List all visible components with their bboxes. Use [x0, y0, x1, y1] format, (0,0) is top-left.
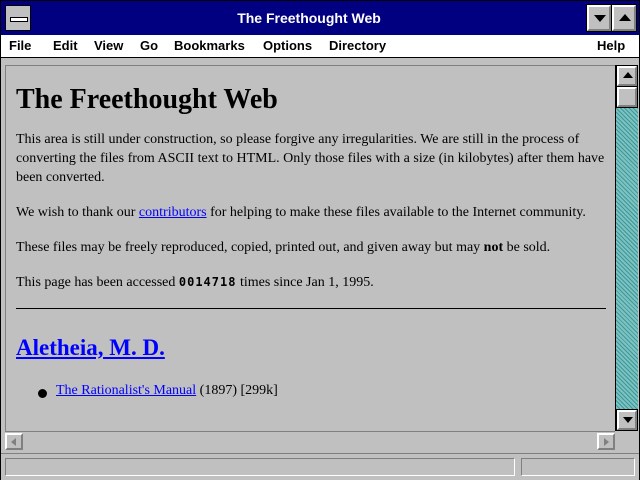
access-counter: 0014718: [178, 275, 237, 289]
menu-directory[interactable]: Directory: [329, 38, 386, 53]
rights-paragraph: These files may be freely reproduced, co…: [16, 238, 606, 257]
system-menu-button[interactable]: [5, 5, 31, 31]
section-heading: Aletheia, M. D.: [16, 335, 606, 361]
status-text: [5, 458, 515, 476]
menu-bar: File Edit View Go Bookmarks Options Dire…: [1, 35, 639, 58]
maximize-button[interactable]: [611, 4, 637, 32]
file-link[interactable]: The Rationalist's Manual: [56, 383, 196, 398]
arrow-left-icon: [11, 438, 16, 446]
scroll-down-button[interactable]: [616, 409, 638, 431]
bullet-icon: [38, 389, 47, 398]
file-meta: (1897) [299k]: [196, 383, 278, 398]
menu-help[interactable]: Help: [597, 38, 625, 53]
list-item: The Rationalist's Manual (1897) [299k]: [38, 383, 606, 399]
scroll-right-button[interactable]: [597, 433, 615, 450]
author-link[interactable]: Aletheia, M. D.: [16, 335, 165, 360]
minimize-icon: [594, 15, 606, 22]
vertical-scrollbar[interactable]: [615, 65, 638, 431]
intro-paragraph: This area is still under construction, s…: [16, 132, 605, 185]
browser-window: The Freethought Web File Edit View Go Bo…: [0, 0, 640, 480]
rights-text-after: be sold.: [503, 240, 551, 255]
system-menu-icon: [10, 17, 28, 22]
menu-file[interactable]: File: [9, 38, 31, 53]
maximize-icon: [619, 14, 631, 21]
document-view[interactable]: The Freethought Web This area is still u…: [5, 65, 616, 431]
menu-edit[interactable]: Edit: [53, 38, 78, 53]
arrow-up-icon: [623, 72, 633, 78]
rights-emphasis: not: [483, 240, 504, 255]
title-bar[interactable]: The Freethought Web: [1, 1, 639, 35]
menu-options[interactable]: Options: [263, 38, 312, 53]
menu-go[interactable]: Go: [140, 38, 158, 53]
arrow-right-icon: [604, 438, 609, 446]
scroll-up-button[interactable]: [616, 65, 638, 87]
window-title: The Freethought Web: [237, 10, 381, 26]
thanks-text-after: for helping to make these files availabl…: [206, 205, 586, 220]
menu-view[interactable]: View: [94, 38, 123, 53]
rights-text-before: These files may be freely reproduced, co…: [16, 240, 484, 255]
progress-indicator: [521, 458, 635, 476]
menu-bookmarks[interactable]: Bookmarks: [174, 38, 245, 53]
page-title: The Freethought Web: [16, 84, 278, 115]
access-text-before: This page has been accessed: [16, 275, 179, 290]
contributors-link[interactable]: contributors: [139, 205, 207, 220]
scrollbar-corner: [616, 431, 638, 451]
minimize-button[interactable]: [586, 4, 612, 32]
horizontal-scrollbar[interactable]: [5, 431, 615, 452]
status-bar: [1, 453, 639, 480]
file-list: The Rationalist's Manual (1897) [299k]: [16, 383, 606, 399]
arrow-down-icon: [623, 417, 633, 423]
access-text-after: times since Jan 1, 1995.: [236, 275, 374, 290]
access-paragraph: This page has been accessed 0014718 time…: [16, 273, 606, 292]
thanks-text-before: We wish to thank our: [16, 205, 139, 220]
scroll-thumb[interactable]: [616, 86, 638, 108]
thanks-paragraph: We wish to thank our contributors for he…: [16, 203, 606, 222]
scroll-left-button[interactable]: [5, 433, 23, 450]
divider: [16, 308, 606, 309]
